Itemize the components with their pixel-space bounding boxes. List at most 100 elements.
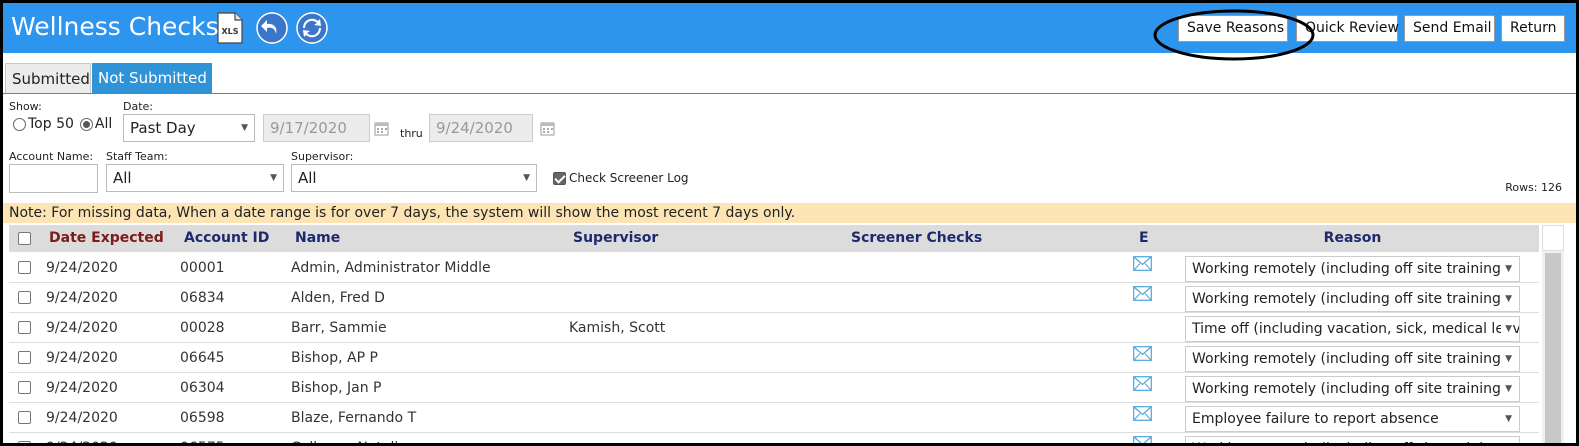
cell-date-expected: 9/24/2020 [46, 350, 118, 366]
col-name[interactable]: Name [295, 225, 340, 252]
reason-select[interactable]: Working remotely (including off site tra… [1185, 286, 1520, 312]
row-checkbox[interactable] [18, 351, 31, 364]
mail-icon[interactable] [1133, 346, 1152, 361]
cell-account-id: 06575 [180, 433, 225, 443]
row-checkbox[interactable] [18, 441, 31, 443]
col-screener-checks[interactable]: Screener Checks [851, 225, 982, 252]
reason-select[interactable]: Working remotely (including off site tra… [1185, 346, 1520, 372]
row-checkbox[interactable] [18, 411, 31, 424]
back-arrow-icon[interactable] [256, 12, 288, 44]
date-to-input[interactable]: 9/24/2020 [429, 114, 533, 142]
cell-date-expected: 9/24/2020 [46, 380, 118, 396]
table-row[interactable]: 9/24/2020 06645 Bishop, AP P Working remote… [9, 343, 1539, 373]
radio-top-50[interactable] [13, 117, 26, 131]
chevron-down-icon: ▼ [1501, 287, 1512, 311]
supervisor-select[interactable]: All ▼ [291, 164, 537, 192]
staff-team-select[interactable]: All ▼ [106, 164, 284, 192]
account-name-label: Account Name: [9, 150, 94, 163]
scrollbar-top [1542, 225, 1564, 251]
select-all-checkbox[interactable] [18, 232, 31, 245]
chevron-down-icon: ▼ [270, 173, 277, 183]
return-button[interactable]: Return [1501, 15, 1565, 42]
chevron-down-icon: ▼ [1501, 347, 1512, 371]
calendar-icon[interactable] [374, 121, 389, 136]
account-name-input[interactable] [9, 164, 98, 193]
tab-not-submitted[interactable]: Not Submitted [92, 63, 212, 93]
mail-icon[interactable] [1133, 406, 1152, 421]
row-checkbox[interactable] [18, 321, 31, 334]
reason-select[interactable]: Working remotely (including off site tra… [1185, 436, 1520, 443]
send-email-button[interactable]: Send Email [1404, 15, 1495, 42]
col-e[interactable]: E [1139, 225, 1149, 252]
staff-team-value: All [113, 169, 132, 187]
table-row[interactable]: 9/24/2020 06304 Bishop, Jan P Working remot… [9, 373, 1539, 403]
date-label: Date: [123, 100, 153, 113]
table-row[interactable]: 9/24/2020 06834 Alden, Fred D Working remot… [9, 283, 1539, 313]
vertical-scrollbar[interactable] [1542, 225, 1564, 443]
mail-icon[interactable] [1133, 256, 1152, 271]
table-row[interactable]: 9/24/2020 00001 Admin, Administrator Middl… [9, 253, 1539, 283]
date-from-input[interactable]: 9/17/2020 [263, 114, 370, 142]
tab-divider [3, 93, 1576, 94]
date-range-note: Note: For missing data, When a date rang… [3, 203, 1576, 223]
col-date-expected[interactable]: Date Expected [49, 225, 164, 252]
cell-account-id: 06834 [180, 290, 225, 306]
col-account-id[interactable]: Account ID [184, 225, 269, 252]
reason-value: Time off (including vacation, sick, medi… [1192, 321, 1520, 337]
reason-value: Working remotely (including off site tra… [1192, 441, 1506, 443]
reason-value: Working remotely (including off site tra… [1192, 381, 1507, 397]
chevron-down-icon: ▼ [1501, 257, 1512, 281]
check-screener-log-label: Check Screener Log [569, 171, 689, 185]
chevron-down-icon: ▼ [1501, 317, 1512, 341]
mail-icon[interactable] [1133, 286, 1152, 301]
col-reason[interactable]: Reason [1185, 225, 1520, 252]
reason-select[interactable]: Working remotely (including off site tra… [1185, 256, 1520, 282]
reason-value: Working remotely (including off site tra… [1192, 261, 1507, 277]
cell-name: Admin, Administrator Middle [291, 260, 491, 276]
supervisor-label: Supervisor: [291, 150, 354, 163]
cell-name: Bishop, Jan P [291, 380, 382, 396]
row-checkbox[interactable] [18, 261, 31, 274]
header-bar: Wellness Checks XLS Save Reasons Quick R… [3, 3, 1576, 53]
chevron-down-icon: ▼ [1501, 437, 1512, 443]
chevron-down-icon: ▼ [523, 173, 530, 183]
cell-date-expected: 9/24/2020 [46, 320, 118, 336]
radio-all[interactable] [79, 117, 93, 131]
reason-select[interactable]: Employee failure to report absence ▼ [1185, 406, 1520, 432]
calendar-icon[interactable] [540, 121, 555, 136]
chevron-down-icon: ▼ [1501, 377, 1512, 401]
cell-name: Bishop, AP P [291, 350, 378, 366]
mail-icon[interactable] [1133, 436, 1152, 446]
annotation-oval [1153, 9, 1315, 61]
scrollbar-thumb[interactable] [1545, 253, 1561, 443]
table-row[interactable]: 9/24/2020 06575 Calhoun, Natalie Working re… [9, 433, 1539, 446]
cell-account-id: 00001 [180, 260, 225, 276]
rows-count: Rows: 126 [1505, 181, 1562, 194]
show-label: Show: [9, 100, 42, 113]
check-screener-log-checkbox[interactable] [553, 171, 566, 185]
date-range-select[interactable]: Past Day ▼ [123, 114, 255, 142]
reason-value: Employee failure to report absence [1192, 411, 1439, 427]
col-supervisor[interactable]: Supervisor [573, 225, 658, 252]
cell-name: Calhoun, Natalie [291, 433, 407, 443]
app-frame: Wellness Checks XLS Save Reasons Quick R… [0, 0, 1579, 446]
reason-select[interactable]: Time off (including vacation, sick, medi… [1185, 316, 1520, 342]
cell-name: Blaze, Fernando T [291, 410, 417, 426]
xls-icon[interactable]: XLS [216, 12, 244, 44]
row-checkbox[interactable] [18, 291, 31, 304]
table-row[interactable]: 9/24/2020 00028 Barr, Sammie Kamish, Scott T… [9, 313, 1539, 343]
row-checkbox[interactable] [18, 381, 31, 394]
reason-value: Working remotely (including off site tra… [1192, 351, 1507, 367]
tab-submitted[interactable]: Submitted [5, 63, 91, 93]
reason-select[interactable]: Working remotely (including off site tra… [1185, 376, 1520, 402]
table-row[interactable]: 9/24/2020 06598 Blaze, Fernando T Employee … [9, 403, 1539, 433]
cell-account-id: 00028 [180, 320, 225, 336]
show-radio-group: Top 50 All [13, 116, 112, 132]
mail-icon[interactable] [1133, 376, 1152, 391]
radio-all-label: All [94, 116, 113, 132]
thru-label: thru [400, 127, 423, 140]
cell-name: Alden, Fred D [291, 290, 385, 306]
chevron-down-icon: ▼ [1501, 407, 1512, 431]
refresh-icon[interactable] [296, 12, 328, 44]
cell-date-expected: 9/24/2020 [46, 260, 118, 276]
